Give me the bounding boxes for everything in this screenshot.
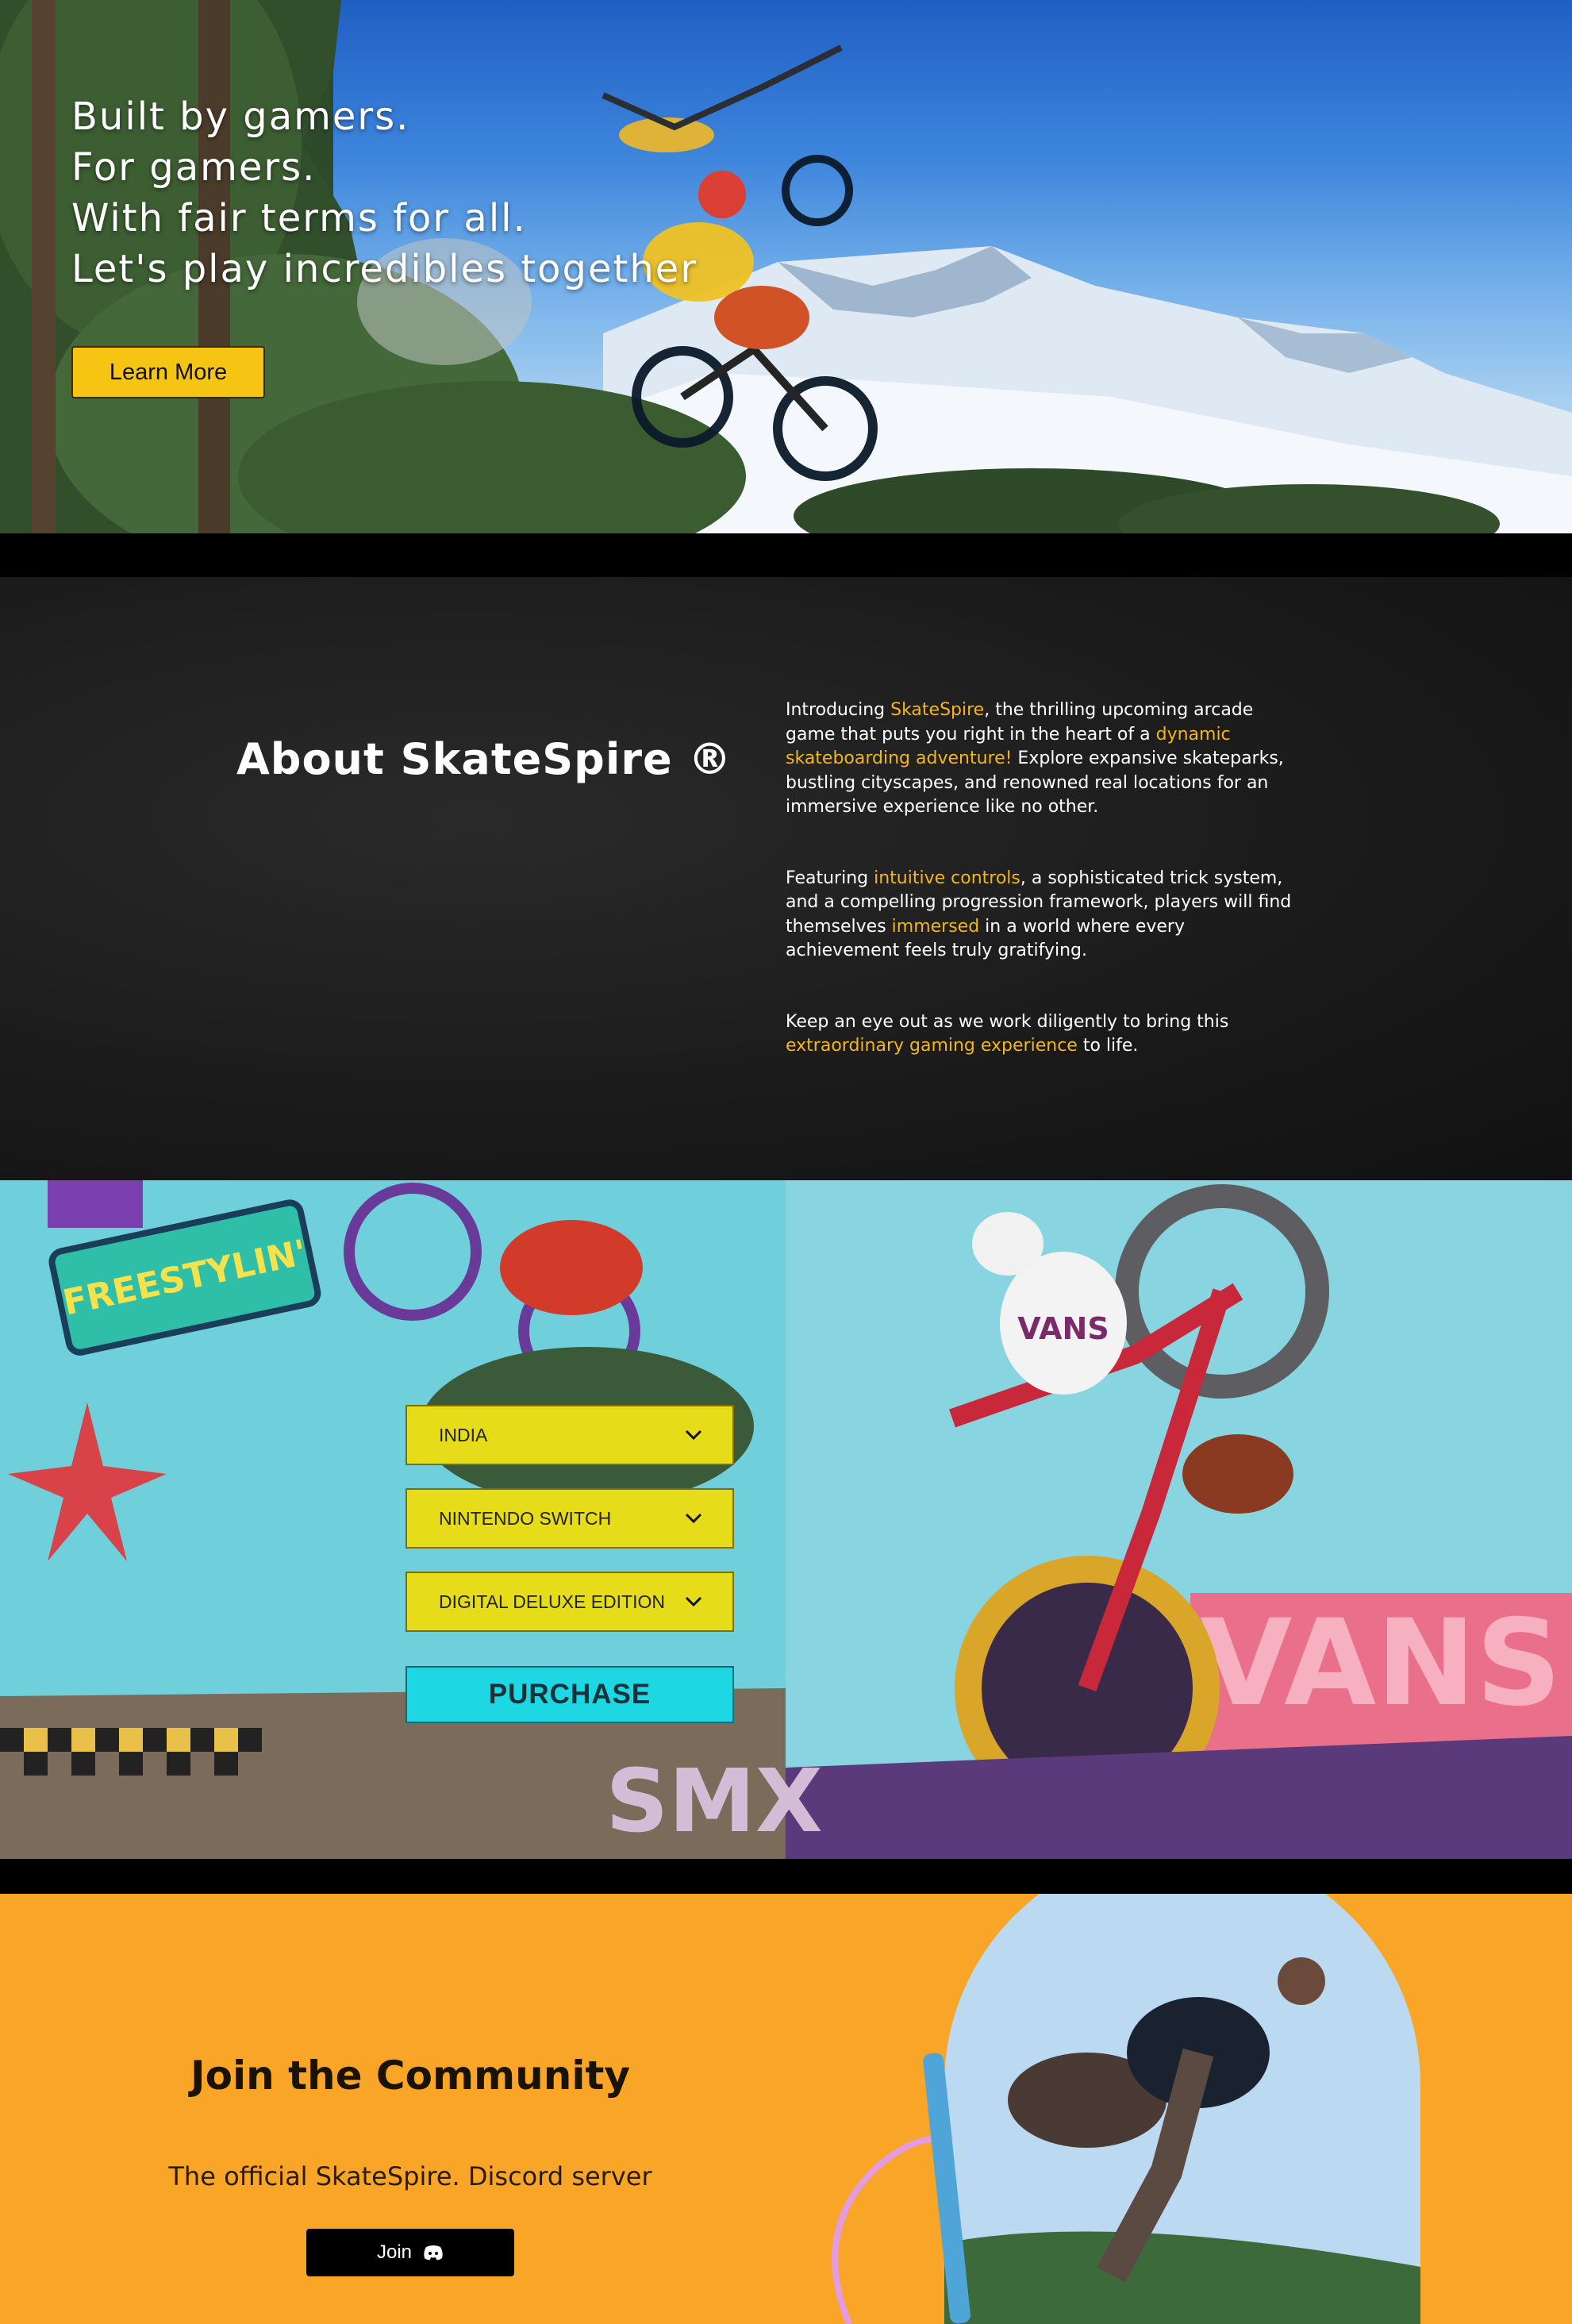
region-select[interactable]: INDIA xyxy=(405,1405,734,1465)
text: Introducing xyxy=(786,700,891,720)
platform-select-value: NINTENDO SWITCH xyxy=(439,1507,612,1529)
join-discord-button[interactable]: Join xyxy=(306,2229,514,2276)
join-button-label: Join xyxy=(376,2241,413,2263)
region-select-value: INDIA xyxy=(439,1424,488,1445)
about-title: About SkateSpire ® xyxy=(236,734,732,784)
purchase-background-art: FREESTYLIN' VANS VANS SMX xyxy=(0,1180,1572,1859)
highlight-text: SkateSpire xyxy=(890,700,985,720)
about-paragraph-3: Keep an eye out as we work diligently to… xyxy=(786,1010,1293,1059)
community-subtitle: The official SkateSpire. Discord server xyxy=(168,2161,652,2191)
section-divider xyxy=(0,533,1572,577)
highlight-text: immersed xyxy=(891,916,980,937)
about-description: Introducing SkateSpire, the thrilling up… xyxy=(786,698,1293,1106)
community-title: Join the Community xyxy=(190,2053,630,2099)
smx-ramp-text: SMX xyxy=(605,1750,823,1852)
learn-more-button[interactable]: Learn More xyxy=(71,346,265,398)
about-section: About SkateSpire ® Introducing SkateSpir… xyxy=(0,577,1572,1180)
platform-select[interactable]: NINTENDO SWITCH xyxy=(405,1488,734,1549)
hero-tagline: Built by gamers. For gamers. With fair t… xyxy=(71,91,698,294)
vans-wall-text: VANS xyxy=(1200,1595,1562,1733)
hero-line-4: Let's play incredibles together xyxy=(71,247,698,291)
community-skater-image xyxy=(832,1894,1420,2324)
purchase-section: FREESTYLIN' VANS VANS SMX INDIA NINTENDO… xyxy=(0,1180,1572,1859)
edition-select-value: DIGITAL DELUXE EDITION xyxy=(439,1591,665,1612)
about-paragraph-2: Featuring intuitive controls, a sophisti… xyxy=(786,867,1293,964)
hero-line-1: Built by gamers. xyxy=(71,94,410,139)
purchase-button[interactable]: PURCHASE xyxy=(405,1666,734,1723)
highlight-text: extraordinary gaming experience xyxy=(786,1036,1078,1056)
shirt-vans-text: VANS xyxy=(1017,1311,1109,1346)
chevron-down-icon xyxy=(685,1429,702,1441)
text: to life. xyxy=(1077,1036,1139,1056)
hero-section: Built by gamers. For gamers. With fair t… xyxy=(0,0,1572,533)
discord-icon xyxy=(424,2245,443,2261)
section-divider xyxy=(0,1859,1572,1894)
edition-select[interactable]: DIGITAL DELUXE EDITION xyxy=(405,1572,734,1632)
chevron-down-icon xyxy=(685,1513,702,1524)
community-section: Join the Community The official SkateSpi… xyxy=(0,1894,1572,2324)
text: Featuring xyxy=(786,868,874,888)
hero-line-3: With fair terms for all. xyxy=(71,196,527,240)
about-paragraph-1: Introducing SkateSpire, the thrilling up… xyxy=(786,698,1293,820)
hero-line-2: For gamers. xyxy=(71,145,317,190)
text: Keep an eye out as we work diligently to… xyxy=(786,1011,1229,1032)
chevron-down-icon xyxy=(685,1596,702,1607)
highlight-text: intuitive controls xyxy=(874,868,1020,888)
